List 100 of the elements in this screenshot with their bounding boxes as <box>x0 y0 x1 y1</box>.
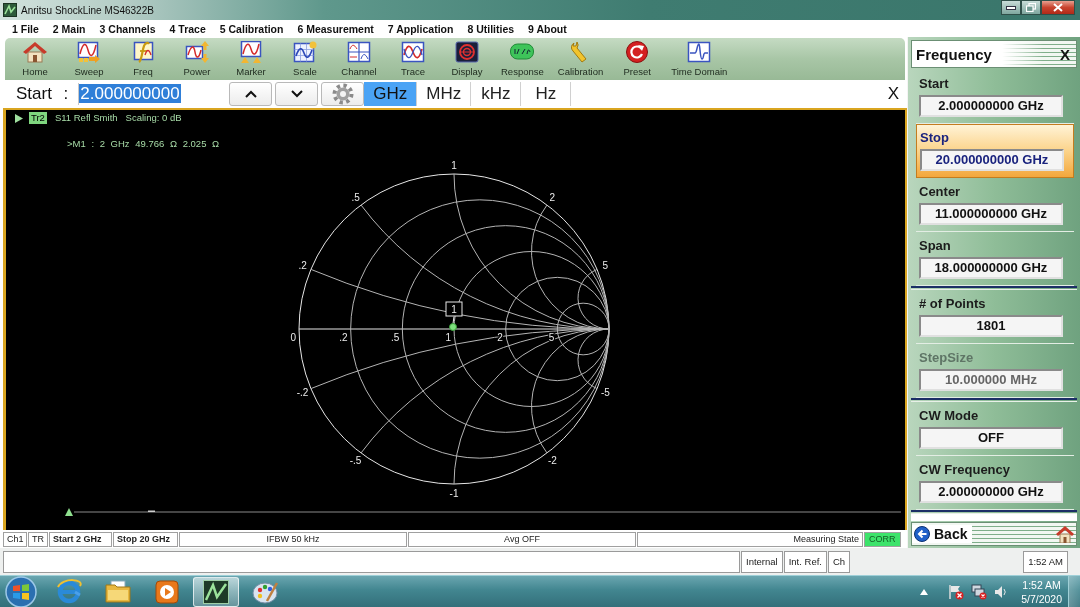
toolbar-button[interactable]: Calibration <box>557 41 604 78</box>
pill-icon <box>510 41 535 63</box>
step-up-button[interactable] <box>229 82 273 106</box>
toolbar-button[interactable]: Freq <box>123 41 163 78</box>
clock-label: 1:52 AM <box>1023 550 1068 573</box>
status-cell: TR <box>28 531 48 547</box>
toolbar-button[interactable]: Channel <box>339 41 379 78</box>
axis-label: -.2 <box>296 386 309 398</box>
menu-item[interactable]: 9 About <box>521 21 574 36</box>
browser-icon <box>55 577 83 606</box>
tray-button[interactable] <box>994 584 1009 599</box>
restore-button[interactable] <box>1021 0 1041 15</box>
setting-label: CW Mode <box>919 408 980 424</box>
tray-button[interactable] <box>971 583 988 600</box>
network-error-icon <box>971 583 988 600</box>
marker-dot <box>449 323 457 331</box>
gear-icon <box>331 83 354 105</box>
back-button[interactable]: Back <box>912 525 973 543</box>
value-field[interactable]: 20.000000000 GHz <box>920 149 1064 171</box>
axis-label: -.5 <box>349 454 362 466</box>
toolbar-button[interactable]: Display <box>447 41 487 78</box>
minimize-button[interactable] <box>1001 0 1021 15</box>
menu-item[interactable]: 8 Utilities <box>460 21 522 36</box>
function-curve-icon <box>131 41 155 63</box>
value-field[interactable]: 2.000000000 GHz <box>919 95 1063 117</box>
tray-button[interactable] <box>948 583 965 600</box>
setting-label: Span <box>919 238 952 254</box>
menu-item[interactable]: 4 Trace <box>162 21 213 36</box>
show-desktop-button[interactable] <box>1068 575 1080 607</box>
status-cell: Ch1 <box>3 531 27 547</box>
toolbar-button[interactable]: Preset <box>617 41 658 78</box>
setting-item[interactable]: Start 2.000000000 GHz <box>916 70 1074 124</box>
trace-badge: Tr2 <box>29 112 47 124</box>
value-field[interactable]: 2.000000000 GHz <box>919 481 1063 503</box>
close-button[interactable]: X <box>885 84 901 104</box>
menu-item[interactable]: 5 Calibration <box>212 21 291 36</box>
toolbar-button[interactable]: Marker <box>231 41 271 78</box>
status-cell: Internal <box>741 550 783 573</box>
toolbar-button[interactable]: Power <box>177 41 217 78</box>
status-cell: Ch <box>827 550 851 573</box>
toolbar-button[interactable]: Scale <box>285 41 325 78</box>
menu-item[interactable]: 7 Application <box>380 21 461 36</box>
home-button[interactable] <box>1054 525 1076 543</box>
axis-label: 5 <box>602 260 609 272</box>
flag-error-icon <box>948 583 965 600</box>
app-wave-icon <box>202 577 230 606</box>
wave-arrow-icon <box>77 41 101 63</box>
close-icon <box>1053 3 1063 12</box>
show-hidden-icons-button[interactable] <box>920 588 929 595</box>
setting-item[interactable]: Stop 20.000000000 GHz <box>916 124 1074 178</box>
taskbar-button[interactable] <box>193 576 239 607</box>
step-down-button[interactable] <box>275 82 319 106</box>
value-field[interactable]: 1801 <box>919 315 1063 337</box>
unit-tab[interactable]: kHz <box>471 82 522 106</box>
toolbar-button[interactable]: Sweep <box>69 41 109 78</box>
close-button[interactable]: X <box>1060 45 1070 63</box>
wave-grid-icon <box>293 41 317 63</box>
axis-label: 2 <box>497 332 503 343</box>
axis-label: 0 <box>290 332 296 343</box>
unit-tab[interactable]: GHz <box>364 82 418 106</box>
menu-item[interactable]: 1 File <box>5 21 46 36</box>
house-icon <box>23 41 47 63</box>
value-field[interactable]: 11.000000000 GHz <box>919 203 1063 225</box>
setting-label: CW Frequency <box>919 462 1011 478</box>
setting-item[interactable]: CW Mode OFF <box>916 402 1074 456</box>
wave-triangles-icon <box>239 41 263 63</box>
menu-item[interactable]: 2 Main <box>45 21 93 36</box>
setting-item[interactable]: Center 11.000000000 GHz <box>916 178 1074 232</box>
play-triangle-icon <box>15 113 23 123</box>
setting-item[interactable]: # of Points 1801 <box>916 290 1074 344</box>
axis-label: .2 <box>339 332 348 343</box>
start-orb-icon <box>4 575 38 607</box>
setting-label: Start <box>919 76 950 92</box>
status-cell: Stop 20 GHz <box>113 531 178 547</box>
marker-leader-line <box>452 316 455 324</box>
status-cell: Measuring State <box>637 531 863 547</box>
position-tick <box>148 510 155 512</box>
menu-item[interactable]: 6 Measurement <box>290 21 381 36</box>
setting-item[interactable]: Span 18.000000000 GHz <box>916 232 1074 286</box>
house-icon <box>1056 525 1074 543</box>
value-field[interactable]: 18.000000000 GHz <box>919 257 1063 279</box>
minimize-icon <box>1006 5 1016 10</box>
status-cell: Avg OFF <box>408 531 636 547</box>
unit-tab[interactable]: Hz <box>521 82 572 106</box>
toolbar-button[interactable]: Trace <box>393 41 433 78</box>
close-button[interactable] <box>1041 0 1075 15</box>
unit-tab[interactable]: MHz <box>417 82 472 106</box>
axis-label: -2 <box>547 454 557 466</box>
refresh-icon <box>625 41 650 63</box>
toolbar-button[interactable]: Time Domain <box>671 41 728 78</box>
toolbar-button[interactable]: Home <box>15 41 55 78</box>
setting-item[interactable]: CW Frequency 2.000000000 GHz <box>916 456 1074 510</box>
speaker-icon <box>994 584 1009 599</box>
toolbar-button[interactable]: Response <box>501 41 544 78</box>
trace-title: S11 Refl Smith <box>54 112 118 124</box>
status-cell: IFBW 50 kHz <box>179 531 407 547</box>
axis-label: -5 <box>600 386 610 398</box>
value-field[interactable]: OFF <box>919 427 1063 449</box>
menu-item[interactable]: 3 Channels <box>92 21 163 36</box>
field-label: Start : <box>16 84 69 104</box>
